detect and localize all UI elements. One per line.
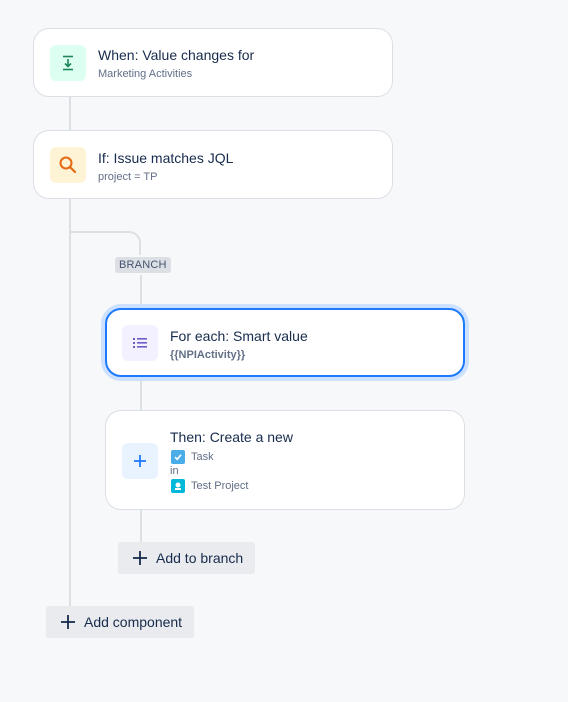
condition-card[interactable]: If: Issue matches JQL project = TP (33, 130, 393, 199)
branch-label: BRANCH (115, 257, 171, 273)
plus-icon (134, 455, 146, 467)
branch-line-vertical-2 (140, 377, 142, 410)
list-icon (133, 338, 147, 348)
action-icon-box (122, 443, 158, 479)
branch-line-curve (117, 231, 141, 255)
branch-line-vertical-3 (140, 509, 142, 542)
task-checkbox-icon (171, 450, 185, 464)
connector-text: in (170, 465, 179, 477)
add-component-button[interactable]: Add component (46, 606, 195, 638)
for-each-card[interactable]: For each: Smart value {{NPIActivity}} (105, 308, 465, 377)
add-to-branch-button[interactable]: Add to branch (118, 542, 256, 574)
download-icon (63, 55, 73, 71)
trigger-title: When: Value changes for (98, 47, 255, 63)
action-card[interactable]: Then: Create a new Task in Test Project (105, 410, 465, 510)
trigger-subtitle: Marketing Activities (98, 68, 193, 80)
for-each-title: For each: Smart value (170, 328, 308, 344)
add-to-branch-label: Add to branch (156, 550, 244, 566)
for-each-subtitle: {{NPIActivity}} (170, 349, 246, 361)
condition-title: If: Issue matches JQL (98, 150, 234, 166)
trigger-card[interactable]: When: Value changes for Marketing Activi… (33, 28, 393, 97)
search-icon (59, 156, 77, 174)
branch-line-vertical-1 (140, 275, 142, 308)
trigger-icon-box (50, 45, 86, 81)
plus-icon (133, 551, 147, 565)
condition-subtitle: project = TP (98, 171, 158, 183)
project-avatar-icon (171, 479, 185, 493)
action-title: Then: Create a new (170, 429, 293, 445)
add-component-label: Add component (84, 614, 183, 630)
condition-icon-box (50, 147, 86, 183)
plus-icon (61, 615, 75, 629)
for-each-icon-box (122, 325, 158, 361)
issue-type-label: Task (191, 451, 214, 463)
project-label: Test Project (191, 480, 249, 492)
